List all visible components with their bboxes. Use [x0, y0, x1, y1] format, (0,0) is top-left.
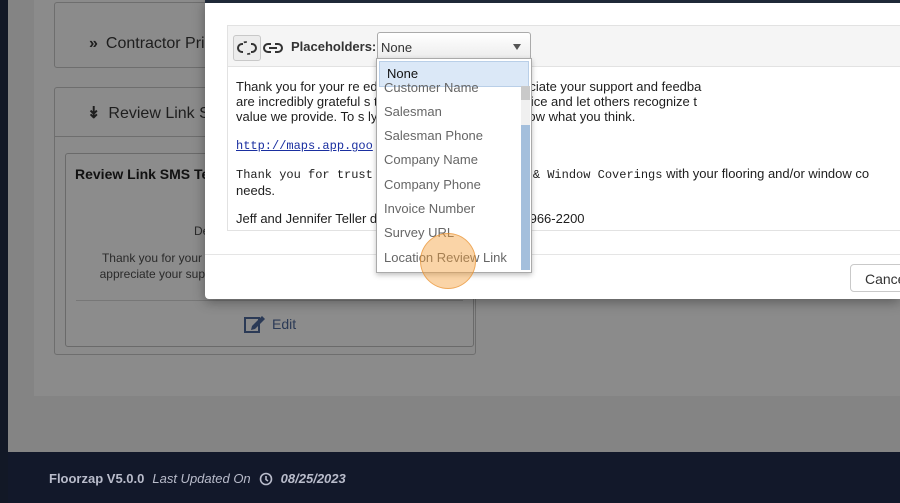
last-updated-label: Last Updated On	[152, 471, 251, 486]
editor-line: Jeff and Jennifer Teller dow Coverings -…	[236, 211, 585, 226]
maps-link[interactable]: http://maps.app.goo	[236, 139, 373, 153]
editor-mono-text: & Window Coverings	[532, 168, 663, 182]
editor-line: Thank you for trust & Window Coverings wi…	[236, 166, 900, 183]
double-chevron-right-icon: »	[89, 35, 98, 52]
modal-footer-divider	[205, 254, 900, 255]
footer: Floorzap V5.0.0 Last Updated On 08/25/20…	[8, 452, 900, 503]
dropdown-option-invoice-number[interactable]: Invoice Number	[377, 197, 519, 221]
dropdown-option-salesman[interactable]: Salesman	[377, 100, 519, 124]
divider	[76, 300, 463, 301]
left-sidebar-strip	[0, 0, 8, 503]
unlink-button[interactable]	[233, 35, 261, 61]
rich-text-editor[interactable]: Placeholders: None Thank you for your re…	[227, 25, 900, 231]
contractor-panel-title: » Contractor Pri	[89, 35, 205, 52]
dropdown-option-customer-name[interactable]: Customer Name	[377, 77, 519, 99]
footer-info: Floorzap V5.0.0 Last Updated On 08/25/20…	[49, 471, 346, 486]
double-chevron-down-icon: ↡	[87, 105, 101, 122]
review-link-panel-title: ↡ Review Link S	[87, 105, 210, 122]
editor-line: needs.	[236, 183, 276, 198]
editor-content[interactable]: Thank you for your re ed customer, we re…	[236, 79, 900, 226]
editor-mono-text: Thank you for trust	[236, 168, 373, 182]
edit-button[interactable]: Edit	[244, 314, 296, 334]
placeholders-label: Placeholders:	[291, 39, 377, 54]
link-icon	[263, 43, 283, 53]
editor-toolbar: Placeholders: None	[228, 26, 900, 67]
placeholders-selected-value: None	[381, 40, 413, 55]
dropdown-scrollbar-thumb[interactable]	[521, 125, 530, 270]
edit-icon	[244, 316, 265, 333]
click-indicator	[420, 233, 476, 289]
dropdown-option-company-name[interactable]: Company Name	[377, 148, 519, 172]
placeholders-select[interactable]: None	[377, 32, 531, 60]
chevron-down-icon	[513, 44, 521, 50]
editor-line: Thank you for your re ed customer, we re…	[236, 79, 702, 94]
editor-line: value we provide. To s ly click the link…	[236, 109, 636, 124]
editor-line: are incredibly grateful s to help us imp…	[236, 94, 698, 109]
editor-text: with your flooring and/or window co	[662, 166, 870, 181]
clock-icon	[259, 472, 272, 485]
dropdown-option-company-phone[interactable]: Company Phone	[377, 173, 519, 197]
app-root: » Contractor Pri ↡ Review Link S Review Li…	[0, 0, 900, 503]
editor-link-line: http://maps.app.goo6	[236, 137, 900, 154]
unlink-icon	[237, 41, 257, 55]
last-updated-date: 08/25/2023	[280, 471, 346, 486]
dropdown-option-salesman-phone[interactable]: Salesman Phone	[377, 124, 519, 148]
app-version: Floorzap V5.0.0	[49, 471, 145, 486]
cancel-button[interactable]: Cance	[850, 264, 900, 292]
edit-template-modal: Placeholders: None Thank you for your re…	[205, 0, 900, 299]
dropdown-scrollbar-up[interactable]	[521, 86, 530, 100]
link-button[interactable]	[259, 35, 287, 61]
template-card-title: Review Link SMS Te	[75, 166, 210, 182]
edit-label: Edit	[272, 316, 297, 332]
